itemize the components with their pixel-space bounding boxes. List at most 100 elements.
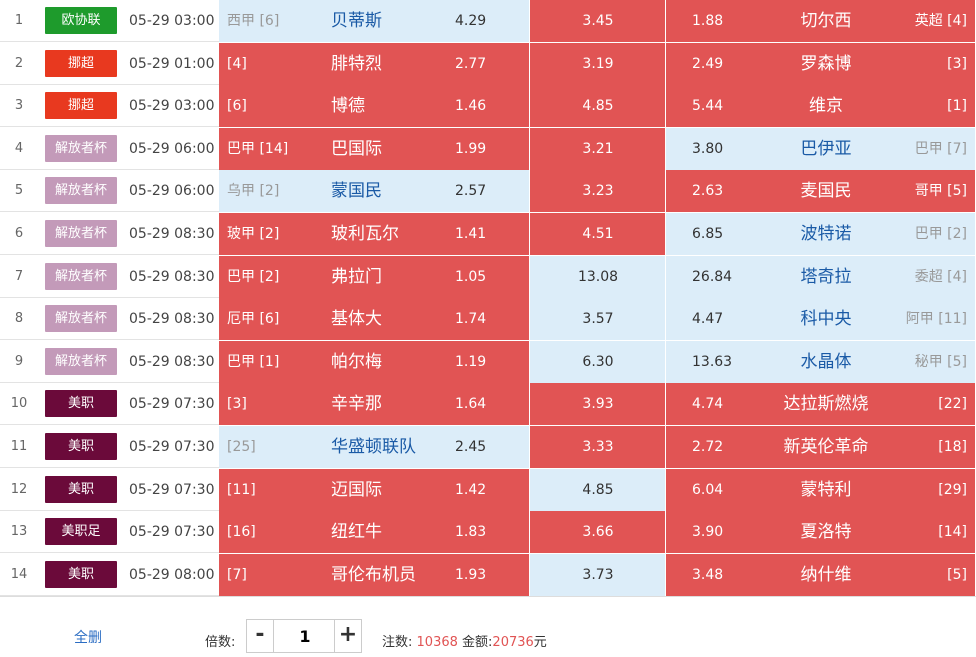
home-win-option[interactable]: [3] 辛辛那 1.64 bbox=[219, 383, 530, 425]
multiplier-input[interactable] bbox=[274, 620, 336, 652]
home-win-option[interactable]: [16] 纽红牛 1.83 bbox=[219, 511, 530, 553]
away-win-option[interactable]: 5.44 维京 [1] bbox=[666, 85, 976, 127]
home-odds: 1.19 bbox=[455, 354, 487, 370]
away-odds: 5.44 bbox=[692, 98, 724, 114]
home-win-option[interactable]: 巴甲 [2] 弗拉门 1.05 bbox=[219, 256, 530, 298]
row-index: 8 bbox=[14, 311, 24, 326]
away-odds: 4.74 bbox=[692, 396, 724, 412]
home-win-option[interactable]: [25] 华盛顿联队 2.45 bbox=[219, 426, 530, 468]
home-team-name: 蒙国民 bbox=[331, 181, 382, 201]
home-team-name: 帕尔梅 bbox=[331, 352, 382, 372]
away-win-option[interactable]: 3.90 夏洛特 [14] bbox=[666, 511, 976, 553]
home-odds: 1.41 bbox=[455, 226, 487, 242]
away-team-name: 罗森博 bbox=[800, 54, 852, 74]
away-win-option[interactable]: 2.49 罗森博 [3] bbox=[666, 43, 976, 85]
currency-label: 元 bbox=[533, 635, 547, 650]
draw-option[interactable]: 4.51 bbox=[530, 213, 666, 255]
home-rank: 西甲 [6] bbox=[227, 13, 280, 29]
draw-option[interactable]: 3.23 bbox=[530, 170, 666, 212]
match-time: 05-29 08:00 bbox=[129, 567, 215, 583]
away-team-name: 纳什维 bbox=[800, 565, 852, 585]
away-win-option[interactable]: 6.85 波特诺 巴甲 [2] bbox=[666, 213, 976, 255]
match-time: 05-29 08:30 bbox=[129, 354, 215, 370]
home-team-name: 哥伦布机员 bbox=[331, 565, 416, 585]
away-win-option[interactable]: 2.72 新英伦革命 [18] bbox=[666, 426, 976, 468]
away-rank: [22] bbox=[938, 396, 967, 412]
draw-option[interactable]: 3.93 bbox=[530, 383, 666, 425]
draw-option[interactable]: 6.30 bbox=[530, 341, 666, 383]
away-win-option[interactable]: 26.84 塔奇拉 委超 [4] bbox=[666, 256, 976, 298]
draw-odds: 3.21 bbox=[582, 141, 614, 157]
league-badge[interactable]: 解放者杯 bbox=[45, 305, 117, 332]
match-row: 4 解放者杯 05-29 06:00 巴甲 [14] 巴国际 1.99 3.21 3.80 巴伊… bbox=[0, 128, 976, 170]
home-odds: 1.93 bbox=[455, 567, 487, 583]
draw-option[interactable]: 13.08 bbox=[530, 256, 666, 298]
draw-option[interactable]: 3.21 bbox=[530, 128, 666, 170]
away-odds: 26.84 bbox=[692, 269, 733, 285]
multiplier-stepper: - + bbox=[246, 619, 362, 653]
draw-option[interactable]: 4.85 bbox=[530, 469, 666, 511]
home-win-option[interactable]: 乌甲 [2] 蒙国民 2.57 bbox=[219, 170, 530, 212]
home-win-option[interactable]: 西甲 [6] 贝蒂斯 4.29 bbox=[219, 0, 530, 42]
league-badge[interactable]: 解放者杯 bbox=[45, 220, 117, 247]
home-win-option[interactable]: 玻甲 [2] 玻利瓦尔 1.41 bbox=[219, 213, 530, 255]
league-badge[interactable]: 欧协联 bbox=[45, 7, 117, 34]
away-win-option[interactable]: 4.74 达拉斯燃烧 [22] bbox=[666, 383, 976, 425]
row-index: 14 bbox=[10, 567, 28, 582]
home-win-option[interactable]: [7] 哥伦布机员 1.93 bbox=[219, 554, 530, 596]
match-time: 05-29 07:30 bbox=[129, 482, 215, 498]
league-badge[interactable]: 挪超 bbox=[45, 50, 117, 77]
home-team-name: 玻利瓦尔 bbox=[331, 224, 399, 244]
away-rank: 巴甲 [7] bbox=[914, 141, 967, 157]
home-win-option[interactable]: [6] 博德 1.46 bbox=[219, 85, 530, 127]
home-rank: 乌甲 [2] bbox=[227, 183, 280, 199]
league-badge[interactable]: 美职足 bbox=[45, 518, 117, 545]
draw-option[interactable]: 4.85 bbox=[530, 85, 666, 127]
league-badge[interactable]: 解放者杯 bbox=[45, 177, 117, 204]
league-badge[interactable]: 解放者杯 bbox=[45, 263, 117, 290]
draw-option[interactable]: 3.33 bbox=[530, 426, 666, 468]
match-time: 05-29 08:30 bbox=[129, 311, 215, 327]
home-win-option[interactable]: [11] 迈国际 1.42 bbox=[219, 469, 530, 511]
match-row: 12 美职 05-29 07:30 [11] 迈国际 1.42 4.85 6.04 蒙特利 [29… bbox=[0, 469, 976, 511]
draw-option[interactable]: 3.66 bbox=[530, 511, 666, 553]
home-team-name: 迈国际 bbox=[331, 480, 382, 500]
away-win-option[interactable]: 13.63 水晶体 秘甲 [5] bbox=[666, 341, 976, 383]
away-win-option[interactable]: 1.88 切尔西 英超 [4] bbox=[666, 0, 976, 42]
home-win-option[interactable]: 巴甲 [1] 帕尔梅 1.19 bbox=[219, 341, 530, 383]
home-team-name: 贝蒂斯 bbox=[331, 11, 382, 31]
home-win-option[interactable]: 巴甲 [14] 巴国际 1.99 bbox=[219, 128, 530, 170]
away-win-option[interactable]: 2.63 麦国民 哥甲 [5] bbox=[666, 170, 976, 212]
home-rank: [3] bbox=[227, 396, 247, 412]
draw-option[interactable]: 3.19 bbox=[530, 43, 666, 85]
amount-label: 金额: bbox=[462, 635, 493, 650]
home-rank: [6] bbox=[227, 98, 247, 114]
away-win-option[interactable]: 3.80 巴伊亚 巴甲 [7] bbox=[666, 128, 976, 170]
league-badge[interactable]: 美职 bbox=[45, 476, 117, 503]
league-badge[interactable]: 解放者杯 bbox=[45, 135, 117, 162]
away-odds: 2.72 bbox=[692, 439, 724, 455]
away-rank: 哥甲 [5] bbox=[914, 183, 967, 199]
delete-all-link[interactable]: 全删 bbox=[74, 627, 102, 647]
league-badge[interactable]: 挪超 bbox=[45, 92, 117, 119]
match-time: 05-29 07:30 bbox=[129, 396, 215, 412]
increase-button[interactable]: + bbox=[334, 620, 361, 652]
league-badge[interactable]: 美职 bbox=[45, 561, 117, 588]
away-win-option[interactable]: 6.04 蒙特利 [29] bbox=[666, 469, 976, 511]
away-win-option[interactable]: 3.48 纳什维 [5] bbox=[666, 554, 976, 596]
away-team-name: 维京 bbox=[809, 96, 843, 116]
home-win-option[interactable]: 厄甲 [6] 基体大 1.74 bbox=[219, 298, 530, 340]
away-team-name: 水晶体 bbox=[800, 352, 852, 372]
draw-option[interactable]: 3.45 bbox=[530, 0, 666, 42]
home-odds: 2.57 bbox=[455, 183, 487, 199]
decrease-button[interactable]: - bbox=[247, 620, 274, 652]
home-win-option[interactable]: [4] 腓特烈 2.77 bbox=[219, 43, 530, 85]
away-team-name: 夏洛特 bbox=[800, 522, 852, 542]
league-badge[interactable]: 美职 bbox=[45, 433, 117, 460]
away-win-option[interactable]: 4.47 科中央 阿甲 [11] bbox=[666, 298, 976, 340]
league-badge[interactable]: 解放者杯 bbox=[45, 348, 117, 375]
draw-odds: 3.93 bbox=[582, 396, 614, 412]
draw-option[interactable]: 3.73 bbox=[530, 554, 666, 596]
league-badge[interactable]: 美职 bbox=[45, 390, 117, 417]
draw-option[interactable]: 3.57 bbox=[530, 298, 666, 340]
